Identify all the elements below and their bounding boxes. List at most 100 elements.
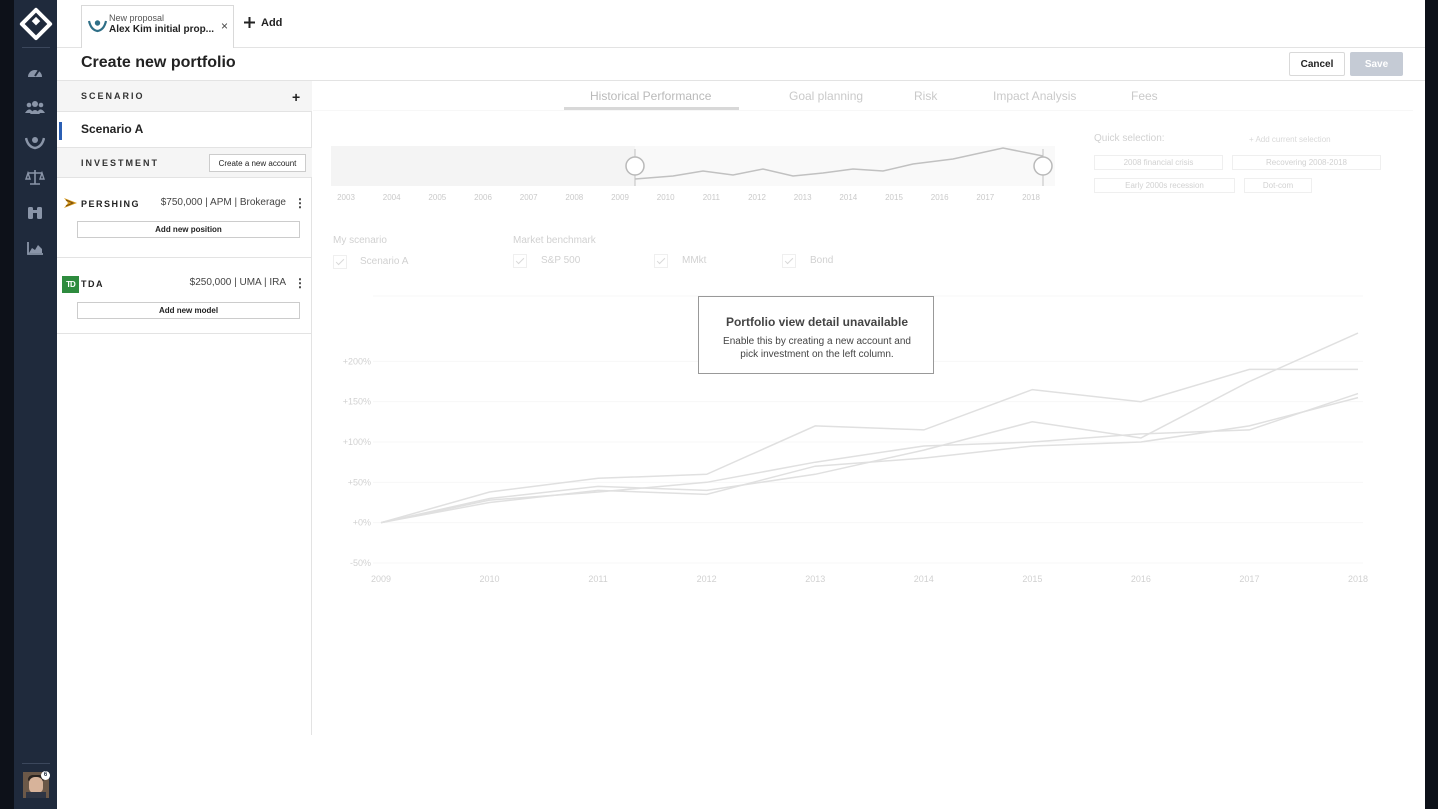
scenario-header-label: SCENARIO [81,91,145,101]
x-tick-label: 2011 [588,574,607,584]
y-tick-label: +200% [343,356,371,366]
balance-icon[interactable] [25,167,45,187]
timeline-year-label: 2018 [1022,193,1040,202]
dashboard-icon[interactable] [25,62,45,82]
range-start-handle [625,156,645,176]
timeline-year-label: 2005 [428,193,446,202]
chip-2008-financial-crisis[interactable]: 2008 financial crisis [1094,155,1223,170]
screen-frame-right [1425,0,1438,809]
tab-subtitle: New proposal [109,13,165,23]
account-name: TDA [81,279,104,289]
range-end-handle [1033,156,1053,176]
timeline-year-label: 2012 [748,193,766,202]
more-options-icon[interactable]: ⋮ [294,276,306,290]
investment-header-label: INVESTMENT [81,158,160,168]
bond-label: Bond [810,255,834,266]
timeline-year-label: 2003 [337,193,355,202]
create-account-button[interactable]: Create a new account [209,154,306,172]
series-line [380,392,1359,524]
main-content: Historical Performance Goal planning Ris… [313,81,1425,735]
binoculars-icon[interactable] [25,202,45,222]
y-tick-label: +100% [343,437,371,447]
notification-badge: 6 [41,771,50,780]
timeline-year-label: 2008 [565,193,583,202]
add-scenario-icon[interactable]: + [292,89,300,105]
add-current-selection-link[interactable]: + Add current selection [1249,135,1331,144]
timeline-year-label: 2010 [657,193,675,202]
sidebar-bottom-divider [22,763,50,764]
x-tick-label: 2010 [480,574,500,584]
chip-dot-com[interactable]: Dot-com [1244,178,1312,193]
x-tick-label: 2016 [1131,574,1151,584]
x-tick-label: 2017 [1239,574,1259,584]
analysis-tabs: Historical Performance Goal planning Ris… [313,81,1413,111]
screen-frame-left [0,0,14,809]
timeline-year-label: 2007 [520,193,538,202]
close-tab-icon[interactable]: × [221,19,228,33]
mmkt-checkbox[interactable] [654,254,668,268]
pershing-logo-icon [64,198,77,208]
account-tda: TD TDA $250,000 | UMA | IRA ⋮ Add new mo… [57,258,312,334]
analytics-icon[interactable] [25,238,45,258]
scenario-a-label: Scenario A [360,256,409,267]
sp500-label: S&P 500 [541,255,581,266]
y-tick-label: +0% [353,518,371,528]
x-tick-label: 2009 [371,574,391,584]
app-logo[interactable] [19,7,53,41]
sidebar-divider [22,47,50,48]
scenario-a-checkbox[interactable] [333,255,347,269]
cancel-button[interactable]: Cancel [1289,52,1345,76]
tab-historical-performance[interactable]: Historical Performance [590,89,711,103]
add-model-button[interactable]: Add new model [77,302,300,319]
left-panel: SCENARIO + Scenario A INVESTMENT Create … [57,81,312,735]
timeline-year-label: 2014 [839,193,857,202]
proposals-icon[interactable] [25,132,45,152]
x-tick-label: 2015 [1022,574,1042,584]
x-tick-label: 2014 [914,574,934,584]
mmkt-label: MMkt [682,255,707,266]
x-tick-label: 2013 [805,574,825,584]
tab-fees[interactable]: Fees [1131,89,1158,103]
plus-icon [244,17,255,28]
bond-checkbox[interactable] [782,254,796,268]
timeline-year-label: 2015 [885,193,903,202]
title-row: Create new portfolio Cancel Save [57,48,1425,81]
y-tick-label: -50% [350,558,371,568]
sp500-checkbox[interactable] [513,254,527,268]
series-line [380,396,1359,524]
tab-impact-analysis[interactable]: Impact Analysis [993,89,1076,103]
add-position-button[interactable]: Add new position [77,221,300,238]
y-tick-label: +150% [343,397,371,407]
timeline-slider[interactable]: 2003 2004 2005 2006 2007 2008 2009 2010 2011 2012… [313,121,1073,211]
tab-goal-planning[interactable]: Goal planning [789,89,863,103]
clients-icon[interactable] [25,97,45,117]
scenario-name: Scenario A [81,122,144,136]
more-options-icon[interactable]: ⋮ [294,196,306,210]
timeline-year-label: 2013 [794,193,812,202]
account-detail: $750,000 | APM | Brokerage [160,197,286,208]
timeline-year-label: 2006 [474,193,492,202]
account-detail: $250,000 | UMA | IRA [189,277,286,288]
timeline-year-label: 2009 [611,193,629,202]
account-name: PERSHING [81,199,141,209]
my-scenario-label: My scenario [333,235,387,246]
market-benchmark-label: Market benchmark [513,235,596,246]
add-tab-button[interactable]: Add [243,16,282,29]
active-tab-underline [564,107,739,110]
selected-indicator [59,122,62,140]
timeline-year-label: 2004 [383,193,401,202]
scenario-item[interactable]: Scenario A [57,112,312,148]
tab-risk[interactable]: Risk [914,89,937,103]
timeline-year-label: 2017 [976,193,994,202]
save-button[interactable]: Save [1350,52,1403,76]
tda-logo-icon: TD [62,276,79,293]
investment-header: INVESTMENT Create a new account [57,148,312,178]
proposal-icon [87,17,108,38]
proposal-tab[interactable]: New proposal Alex Kim initial prop... × [81,5,234,48]
chip-recovering-2008-2018[interactable]: Recovering 2008-2018 [1232,155,1381,170]
notice-body: Enable this by creating a new account an… [723,336,911,360]
series-line [380,368,1358,524]
chip-early-2000s-recession[interactable]: Early 2000s recession [1094,178,1235,193]
tab-title: Alex Kim initial prop... [109,24,215,35]
timeline-year-label: 2011 [703,193,721,202]
